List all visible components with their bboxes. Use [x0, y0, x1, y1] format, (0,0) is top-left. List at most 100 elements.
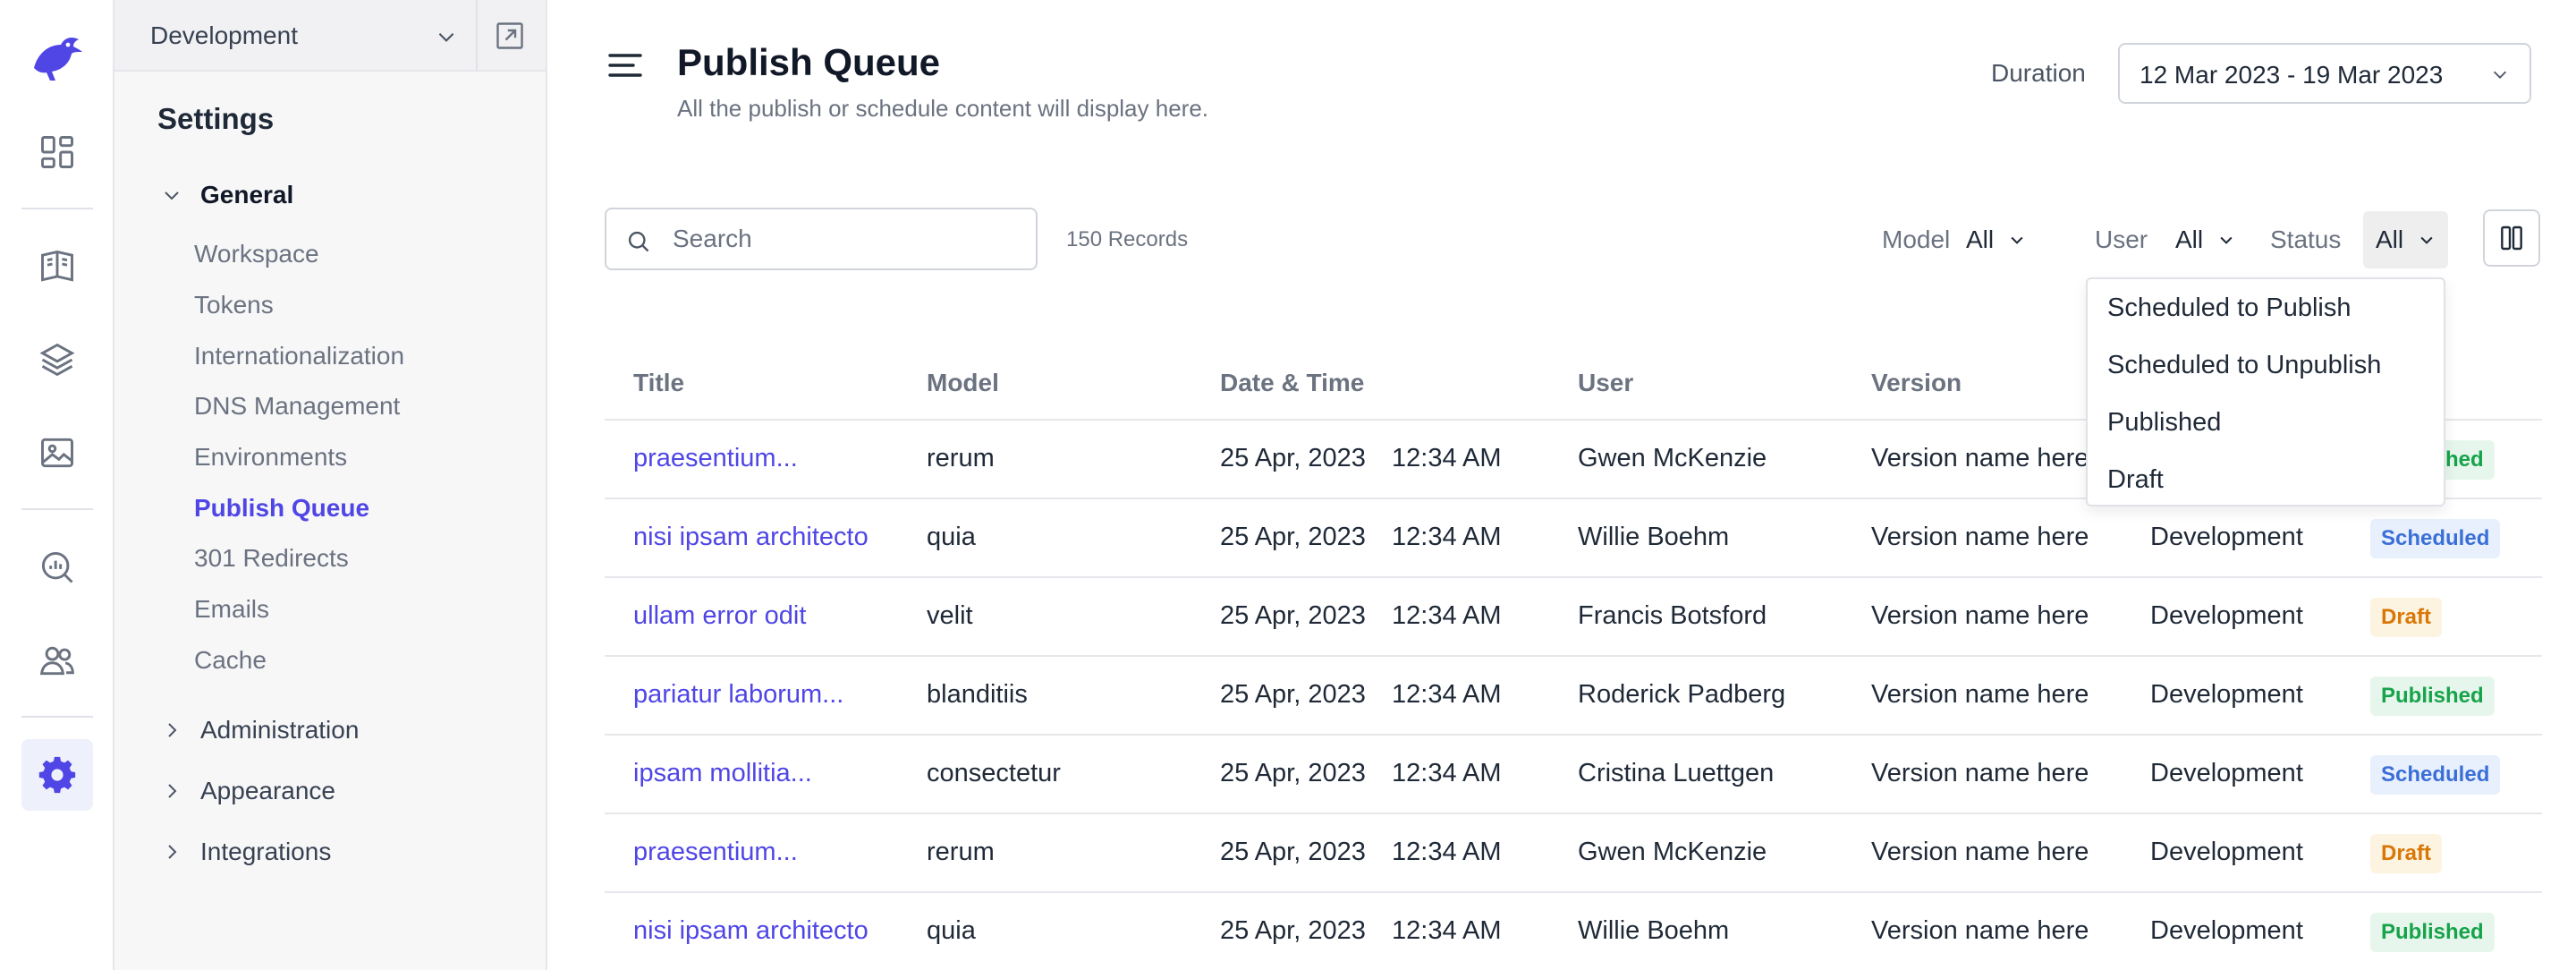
rail-divider	[21, 508, 93, 510]
table-row[interactable]: praesentium... rerum 25 Apr, 2023 12:34 AM G…	[605, 814, 2542, 893]
cell-title[interactable]: nisi ipsam architecto	[633, 916, 869, 946]
cell-model: consectetur	[927, 759, 1061, 787]
content-nav[interactable]	[21, 231, 93, 302]
chevron-down-icon	[2493, 71, 2507, 79]
cell-model: blanditiis	[927, 680, 1028, 709]
user-filter-select[interactable]: All	[2163, 211, 2248, 268]
sidebar-group-integrations[interactable]: Integrations	[161, 838, 331, 866]
status-dropdown-menu: Scheduled to Publish Scheduled to Unpubl…	[2086, 277, 2445, 506]
users-nav[interactable]	[21, 625, 93, 696]
rail-divider	[21, 716, 93, 718]
sidebar-item-cache[interactable]: Cache	[194, 646, 267, 675]
logo-bird-icon[interactable]	[29, 32, 84, 82]
status-badge: Published	[2370, 676, 2495, 716]
sidebar-item-workspace[interactable]: Workspace	[194, 240, 319, 268]
sidebar-item-publish-queue[interactable]: Publish Queue	[194, 494, 369, 523]
user-filter-value: All	[2175, 225, 2204, 253]
status-option-published[interactable]: Published	[2107, 408, 2221, 438]
status-filter-label: Status	[2270, 225, 2342, 253]
column-header-title[interactable]: Title	[633, 369, 684, 397]
chevron-down-icon	[2420, 236, 2433, 244]
cell-model: rerum	[927, 444, 995, 472]
table-row[interactable]: nisi ipsam architecto quia 25 Apr, 2023 12:…	[605, 499, 2542, 578]
search-icon	[628, 231, 649, 252]
cell-environment: Development	[2150, 916, 2303, 945]
cell-user: Gwen McKenzie	[1578, 444, 1767, 472]
chevron-right-icon	[168, 723, 177, 737]
cell-time: 12:34 AM	[1392, 759, 1502, 787]
external-link-icon[interactable]	[494, 20, 526, 52]
settings-nav[interactable]	[21, 739, 93, 811]
cell-title[interactable]: praesentium...	[633, 444, 798, 473]
status-option-draft[interactable]: Draft	[2107, 465, 2164, 495]
status-badge: Draft	[2370, 834, 2443, 873]
page-subtitle: All the publish or schedule content will…	[677, 95, 1209, 122]
cell-title[interactable]: ipsam mollitia...	[633, 759, 812, 788]
settings-sidebar: Development Settings General Workspace T…	[114, 0, 547, 970]
rail-divider	[21, 208, 93, 209]
hamburger-menu-icon[interactable]	[608, 52, 642, 79]
column-header-model[interactable]: Model	[927, 369, 999, 397]
sidebar-item-301-redirects[interactable]: 301 Redirects	[194, 544, 349, 573]
sidebar-group-label: General	[200, 181, 294, 208]
duration-select[interactable]: 12 Mar 2023 - 19 Mar 2023	[2118, 43, 2531, 104]
table-row[interactable]: pariatur laborum... blanditiis 25 Apr, 202…	[605, 657, 2542, 736]
cell-time: 12:34 AM	[1392, 523, 1502, 551]
status-filter-select[interactable]: All	[2363, 211, 2449, 268]
page-title: Publish Queue	[677, 41, 941, 83]
users-icon	[39, 646, 74, 676]
sidebar-item-environments[interactable]: Environments	[194, 443, 347, 472]
sidebar-group-label: Appearance	[200, 777, 336, 804]
sidebar-item-emails[interactable]: Emails	[194, 595, 269, 624]
cell-environment: Development	[2150, 838, 2303, 866]
chevron-right-icon	[168, 784, 177, 798]
cell-date: 25 Apr, 2023	[1220, 523, 1366, 551]
cell-version: Version name here	[1871, 916, 2089, 945]
status-option-scheduled-unpublish[interactable]: Scheduled to Unpublish	[2107, 351, 2381, 380]
sidebar-group-appearance[interactable]: Appearance	[161, 777, 335, 805]
cell-version: Version name here	[1871, 601, 2089, 630]
sidebar-item-dns-management[interactable]: DNS Management	[194, 392, 400, 421]
status-filter-value: All	[2376, 225, 2404, 253]
dashboard-nav[interactable]	[21, 116, 93, 188]
cell-date: 25 Apr, 2023	[1220, 916, 1366, 945]
assets-nav[interactable]	[21, 417, 93, 489]
cell-time: 12:34 AM	[1392, 838, 1502, 866]
cell-date: 25 Apr, 2023	[1220, 444, 1366, 472]
environment-switcher[interactable]: Development	[114, 0, 546, 72]
chevron-right-icon	[168, 845, 177, 859]
status-badge: Scheduled	[2370, 755, 2501, 795]
cell-environment: Development	[2150, 601, 2303, 630]
cell-environment: Development	[2150, 759, 2303, 787]
model-filter-select[interactable]: All	[1953, 211, 2038, 268]
status-option-scheduled-publish[interactable]: Scheduled to Publish	[2107, 294, 2351, 323]
records-count: 150 Records	[1066, 227, 1189, 251]
columns-icon	[2501, 225, 2522, 251]
cell-title[interactable]: nisi ipsam architecto	[633, 523, 869, 552]
cell-version: Version name here	[1871, 444, 2089, 472]
column-header-version[interactable]: Version	[1871, 369, 1962, 397]
cell-model: quia	[927, 523, 976, 551]
cell-title[interactable]: pariatur laborum...	[633, 680, 843, 710]
search-input[interactable]	[673, 220, 1021, 258]
analytics-nav[interactable]	[21, 532, 93, 603]
table-row[interactable]: nisi ipsam architecto quia 25 Apr, 2023 12:…	[605, 893, 2542, 970]
table-row[interactable]: ullam error odit velit 25 Apr, 2023 12:34 A…	[605, 578, 2542, 657]
table-row[interactable]: ipsam mollitia... consectetur 25 Apr, 2023…	[605, 736, 2542, 814]
cell-title[interactable]: ullam error odit	[633, 601, 806, 631]
column-layout-button[interactable]	[2483, 209, 2540, 267]
sidebar-group-general[interactable]: General	[161, 181, 293, 209]
column-header-user[interactable]: User	[1578, 369, 1633, 397]
models-nav[interactable]	[21, 324, 93, 396]
cell-user: Cristina Luettgen	[1578, 759, 1775, 787]
cell-user: Willie Boehm	[1578, 523, 1730, 551]
sidebar-group-administration[interactable]: Administration	[161, 716, 359, 745]
sidebar-item-tokens[interactable]: Tokens	[194, 291, 274, 319]
cell-time: 12:34 AM	[1392, 680, 1502, 709]
cell-title[interactable]: praesentium...	[633, 838, 798, 867]
settings-gear-icon	[38, 756, 76, 794]
main-content: Publish Queue All the publish or schedul…	[547, 0, 2576, 970]
column-header-date-time[interactable]: Date & Time	[1220, 369, 1364, 397]
cell-user: Francis Botsford	[1578, 601, 1767, 630]
sidebar-item-internationalization[interactable]: Internationalization	[194, 342, 404, 370]
